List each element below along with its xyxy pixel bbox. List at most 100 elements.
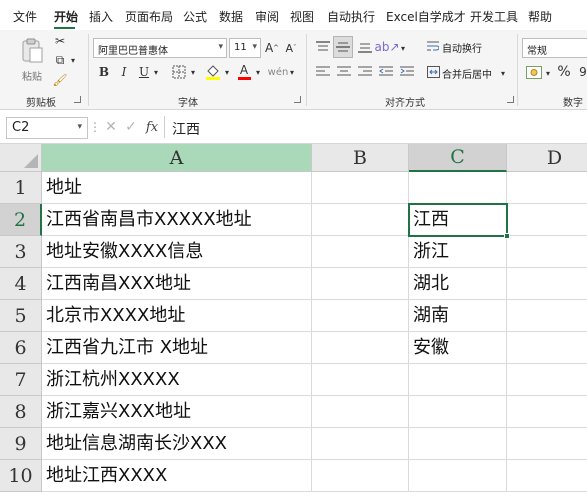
increase-indent-icon[interactable] [398,63,416,81]
cancel-icon[interactable]: ✕ [104,118,118,136]
select-all-button[interactable] [0,144,42,172]
column-header-c[interactable]: C [409,144,507,172]
row-header[interactable]: 5 [0,300,42,332]
fill-color-icon[interactable] [204,62,222,82]
cell-d1[interactable] [507,172,587,204]
orientation-icon[interactable]: ab↗ [374,38,399,56]
menu-file[interactable]: 文件 [13,8,37,25]
chevron-down-icon[interactable]: ▾ [223,64,231,80]
cell-c10[interactable] [409,460,507,492]
cell-c6[interactable]: 安徽 [409,332,507,364]
row-header[interactable]: 8 [0,396,42,428]
cell-b10[interactable] [312,460,409,492]
percent-button[interactable]: % [556,62,572,82]
clipboard-launcher-icon[interactable] [74,96,81,103]
chevron-down-icon[interactable]: ▾ [399,40,407,56]
accounting-format-icon[interactable] [525,63,543,81]
row-header[interactable]: 10 [0,460,42,492]
underline-button[interactable]: U [137,63,151,81]
cell-b7[interactable] [312,364,409,396]
cell-d4[interactable] [507,268,587,300]
paste-label[interactable]: 粘贴 [22,68,42,83]
bold-button[interactable]: B [97,63,111,81]
cut-icon[interactable]: ✂ [52,33,68,49]
menu-insert[interactable]: 插入 [89,8,113,25]
cell-d3[interactable] [507,236,587,268]
merge-center-icon[interactable] [426,64,440,80]
align-top-icon[interactable] [314,38,332,56]
column-header-b[interactable]: B [312,144,409,172]
cell-c3[interactable]: 浙江 [409,236,507,268]
font-name-select[interactable]: 阿里巴巴普惠体 ▾ [93,38,227,58]
row-header[interactable]: 4 [0,268,42,300]
cell-d6[interactable] [507,332,587,364]
cell-a5[interactable]: 北京市XXXX地址 [42,300,312,332]
cell-a6[interactable]: 江西省九江市 X地址 [42,332,312,364]
cell-c9[interactable] [409,428,507,460]
splitter-icon[interactable]: ⋮ [89,118,101,136]
borders-icon[interactable] [170,63,188,81]
decrease-indent-icon[interactable] [377,63,395,81]
italic-button[interactable]: I [117,63,131,81]
row-header[interactable]: 1 [0,172,42,204]
align-right-icon[interactable] [356,63,374,81]
chevron-down-icon[interactable]: ▾ [499,65,507,81]
cell-a8[interactable]: 浙江嘉兴XXX地址 [42,396,312,428]
chevron-down-icon[interactable]: ▾ [288,64,296,80]
increase-font-icon[interactable]: A ^ [264,39,280,57]
cell-b5[interactable] [312,300,409,332]
cell-d8[interactable] [507,396,587,428]
menu-view[interactable]: 视图 [290,8,314,25]
cell-a7[interactable]: 浙江杭州XXXXX [42,364,312,396]
cell-b3[interactable] [312,236,409,268]
align-left-icon[interactable] [314,63,332,81]
chevron-down-icon[interactable]: ▾ [544,65,552,81]
phonetic-icon[interactable]: wén [268,63,289,81]
cell-c7[interactable] [409,364,507,396]
chevron-down-icon[interactable]: ▾ [189,64,197,80]
row-header[interactable]: 2 [0,204,42,236]
cell-a10[interactable]: 地址江西XXXX [42,460,312,492]
cell-c1[interactable] [409,172,507,204]
menu-help[interactable]: 帮助 [528,8,552,25]
alignment-launcher-icon[interactable] [507,96,514,103]
menu-excel-self-study[interactable]: Excel自学成才 [386,8,466,25]
column-header-d[interactable]: D [507,144,587,172]
merge-center-button[interactable]: 合并后居中 [442,66,492,81]
cell-c2[interactable]: 江西 [409,204,507,236]
cell-a4[interactable]: 江西南昌XXX地址 [42,268,312,300]
column-header-a[interactable]: A [42,144,312,172]
menu-review[interactable]: 审阅 [255,8,279,25]
row-header[interactable]: 7 [0,364,42,396]
menu-developer[interactable]: 开发工具 [470,8,518,25]
wrap-text-button[interactable]: 自动换行 [442,40,482,55]
font-color-icon[interactable]: A [236,61,252,81]
font-launcher-icon[interactable] [294,96,301,103]
cell-b4[interactable] [312,268,409,300]
copy-icon[interactable]: ⧉ [52,52,68,68]
wrap-text-icon[interactable] [426,38,440,54]
cell-b9[interactable] [312,428,409,460]
cell-d9[interactable] [507,428,587,460]
align-center-icon[interactable] [335,63,353,81]
comma-style-icon[interactable]: 9 [576,62,587,82]
insert-function-button[interactable]: fx [143,118,161,136]
menu-page-layout[interactable]: 页面布局 [125,8,173,25]
cell-a3[interactable]: 地址安徽XXXX信息 [42,236,312,268]
cell-d7[interactable] [507,364,587,396]
chevron-down-icon[interactable]: ▾ [254,64,262,80]
number-format-select[interactable]: 常规 [522,38,587,58]
menu-home[interactable]: 开始 [54,8,78,25]
menu-formulas[interactable]: 公式 [183,8,207,25]
copy-dropdown-icon[interactable]: ▾ [69,53,77,67]
formula-input[interactable]: 江西 [172,119,200,139]
cell-b1[interactable] [312,172,409,204]
paste-icon[interactable] [18,36,46,66]
font-size-select[interactable]: 11 ▾ [229,38,261,58]
menu-data[interactable]: 数据 [219,8,243,25]
cell-b2[interactable] [312,204,409,236]
cell-b6[interactable] [312,332,409,364]
enter-icon[interactable]: ✓ [124,118,138,136]
decrease-font-icon[interactable]: Aˇ [283,39,299,57]
row-header[interactable]: 9 [0,428,42,460]
